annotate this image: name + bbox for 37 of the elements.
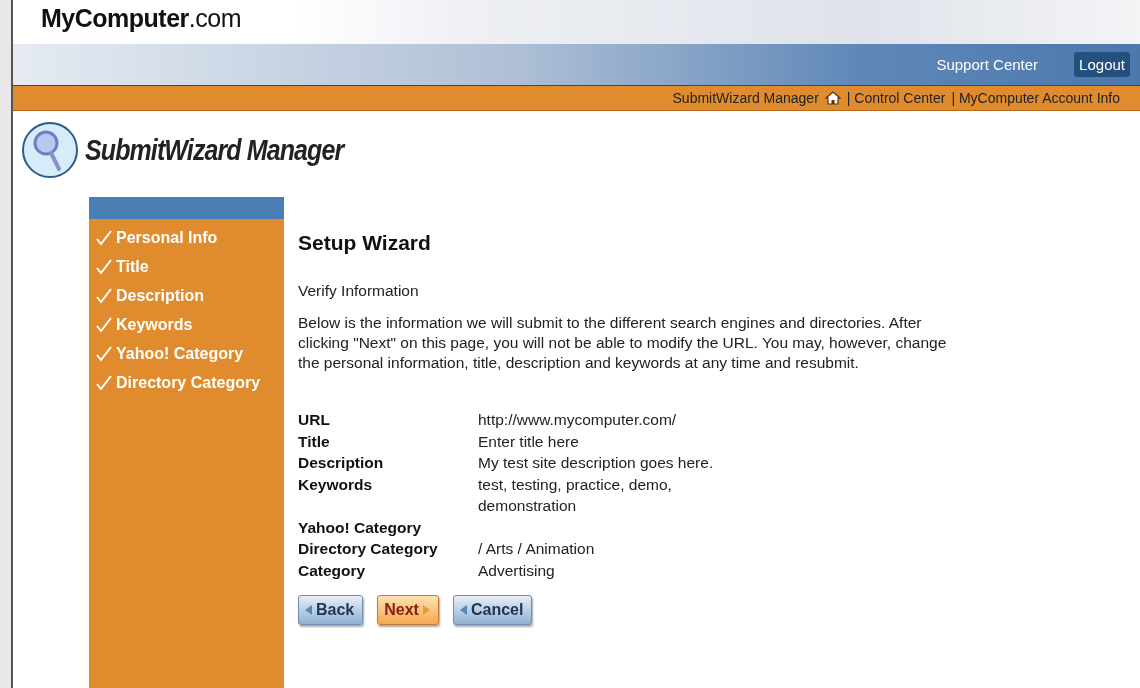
check-icon xyxy=(95,373,113,392)
field-value: test, testing, practice, demo, demonstration xyxy=(478,474,673,516)
subheading: Verify Information xyxy=(298,281,420,301)
nav-link[interactable]: | MyComputer Account Info xyxy=(951,90,1120,106)
page-heading: Setup Wizard xyxy=(298,231,432,255)
next-button[interactable]: Next xyxy=(377,595,439,625)
app-title: SubmitWizard Manager xyxy=(85,133,344,167)
check-icon xyxy=(95,228,113,247)
nav-button[interactable]: Back xyxy=(298,595,364,625)
field-value: / Arts / Animation xyxy=(478,539,596,559)
field-label: Description xyxy=(298,453,385,473)
field-value: Advertising xyxy=(478,560,556,581)
field-label: Title xyxy=(298,431,331,452)
site-logo: MyComputer.com xyxy=(41,4,241,33)
magnifier-icon xyxy=(21,121,79,179)
check-icon xyxy=(95,286,113,305)
nav-button[interactable]: Cancel xyxy=(452,595,533,625)
field-label: URL xyxy=(298,410,331,430)
home-icon[interactable] xyxy=(824,91,841,105)
check-icon xyxy=(95,315,113,334)
nav-link[interactable]: Support Center xyxy=(936,52,1039,78)
left-arrow-icon xyxy=(305,605,312,615)
logout-button[interactable]: Logout xyxy=(1074,52,1130,78)
field-value: Enter title here xyxy=(478,431,580,452)
nav-link[interactable]: | Control Center xyxy=(846,90,946,106)
left-arrow-icon xyxy=(459,605,467,615)
field-label: Directory Category xyxy=(298,539,439,559)
check-icon xyxy=(95,344,113,363)
nav-link[interactable]: SubmitWizard Manager xyxy=(672,90,819,106)
field-label: Yahoo! Category xyxy=(298,517,423,538)
field-value: My test site description goes here. xyxy=(478,453,715,473)
field-label: Keywords xyxy=(298,474,374,495)
intro-paragraph: Below is the information we will submit to the different search engines and directories. After clicking "Next" on this page, you will not be able to modify the URL. You may, however, change the personal information, title, description and keywords at any time and resubmit. xyxy=(298,313,948,373)
field-value: http://www.mycomputer.com/ xyxy=(478,410,678,430)
field-label: Category xyxy=(298,560,367,581)
check-icon xyxy=(95,257,113,276)
right-arrow-icon xyxy=(422,605,430,615)
